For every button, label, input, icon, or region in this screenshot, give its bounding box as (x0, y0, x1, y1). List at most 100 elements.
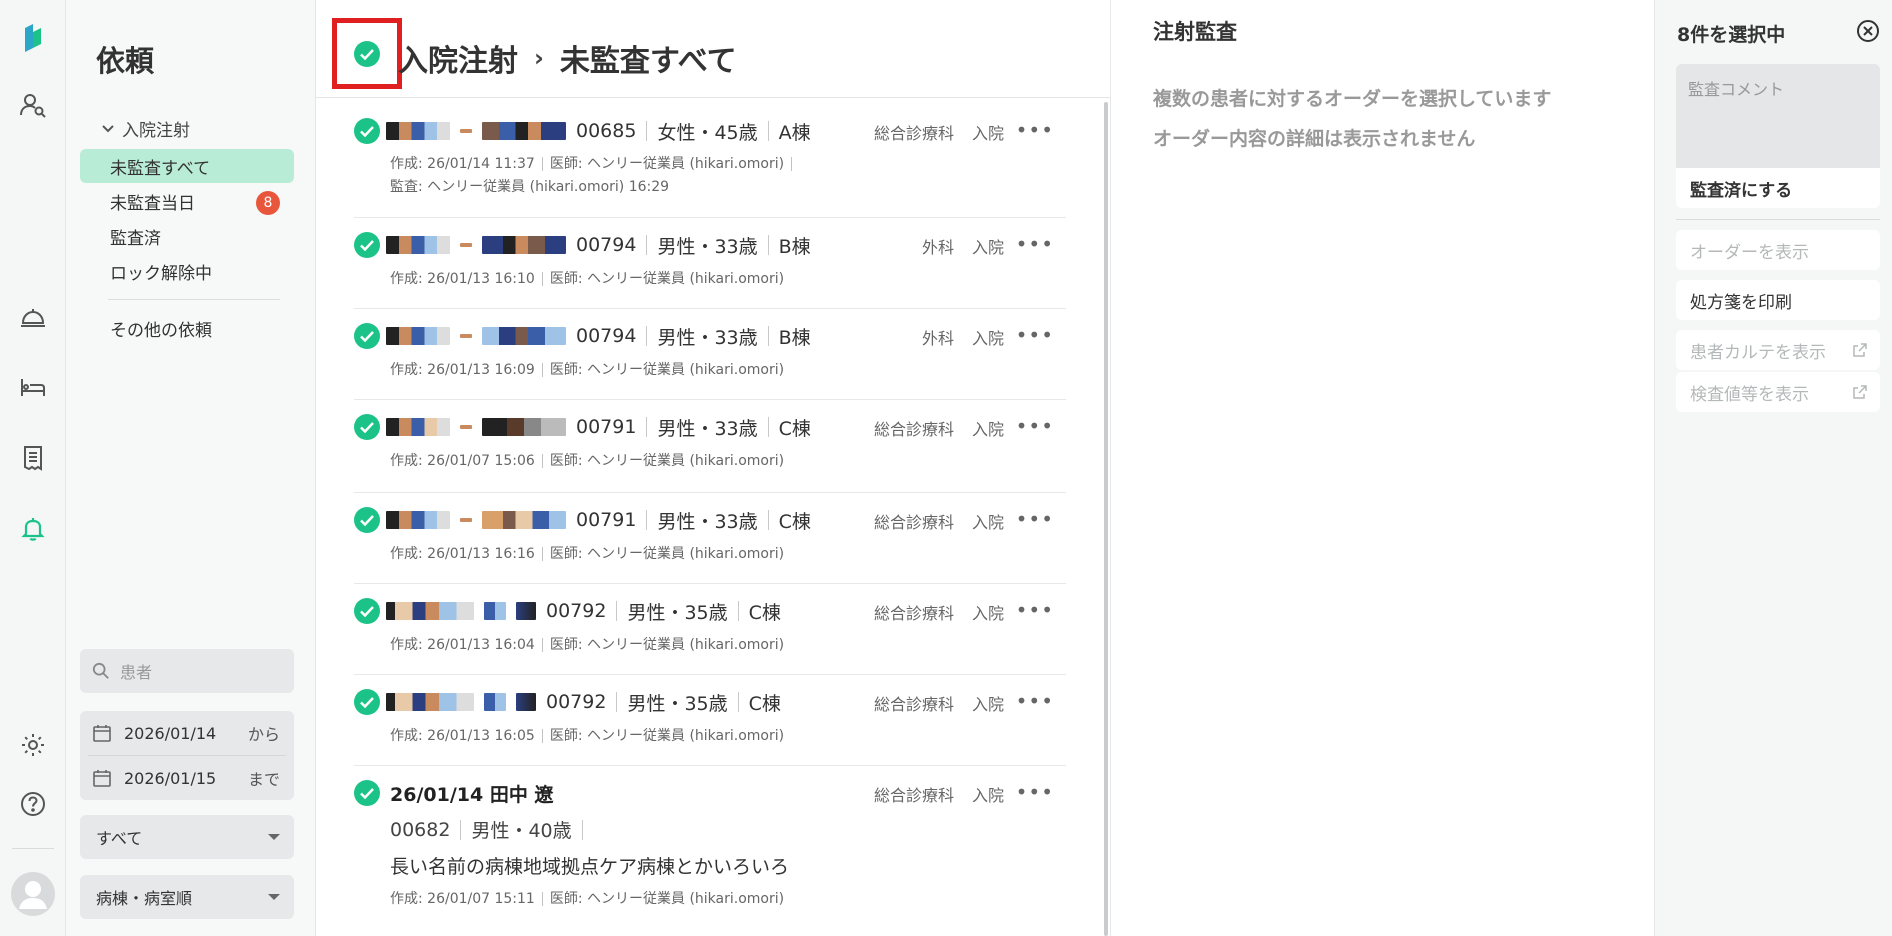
bed-icon[interactable] (0, 363, 66, 411)
detail-title: 注射監査 (1153, 20, 1237, 44)
department: 総合診療科 (873, 513, 954, 532)
show-patient-chart-button[interactable]: 患者カルテを表示 (1676, 330, 1880, 370)
nav-item-unlocked[interactable]: ロック解除中 (80, 254, 294, 288)
date-from-field[interactable]: 2026/01/14 から (80, 711, 294, 755)
order-title: 26/01/14 田中 遼 (390, 784, 554, 806)
nav-item-other-requests[interactable]: その他の依頼 (80, 311, 294, 345)
list-item[interactable]: 00791 男性・33歳 C棟 総合診療科 入院 ••• 作成: 26/01/1… (354, 493, 1066, 584)
department-info: 総合診療科 入院 (874, 120, 1004, 144)
patient-id: 00682 (390, 818, 451, 841)
list-item[interactable]: 00685 女性・45歳 A棟 総合診療科 入院 ••• 作成: 26/01/1… (354, 98, 1066, 218)
nav-group-inpatient-injection[interactable]: 入院注射 (100, 116, 190, 141)
redacted-name (482, 418, 566, 436)
rail-divider (12, 848, 54, 849)
external-link-icon (1853, 385, 1867, 399)
order-meta: 作成: 26/01/13 16:10 医師: ヘンリー従業員 (hikari.om… (390, 268, 784, 291)
order-meta: 作成: 26/01/07 15:06 医師: ヘンリー従業員 (hikari.om… (390, 450, 784, 473)
check-circle-icon[interactable] (354, 232, 380, 258)
more-menu-icon[interactable]: ••• (1016, 414, 1054, 438)
department-info: 外科 入院 (922, 234, 1004, 258)
settings-gear-icon[interactable] (0, 721, 66, 769)
patient-sex-age: 男性・33歳 (657, 235, 758, 258)
doctor: 医師: ヘンリー従業員 (hikari.omori) (549, 453, 785, 469)
department-info: 総合診療科 入院 (874, 691, 1004, 715)
patient-sex-age: 男性・33歳 (657, 510, 758, 533)
patient-sex-age: 男性・35歳 (627, 692, 728, 715)
action-divider (1676, 219, 1880, 220)
redacted-name (460, 334, 472, 338)
patient-sex-age: 男性・33歳 (657, 417, 758, 440)
order-list-panel: 入院注射 › 未監査すべて 00685 女性・45歳 A棟 総合診療科 入院 •… (316, 0, 1110, 936)
notification-bell-icon[interactable] (0, 505, 66, 553)
patient-search-icon[interactable] (0, 81, 66, 129)
list-item[interactable]: 00794 男性・33歳 B棟 外科 入院 ••• 作成: 26/01/13 1… (354, 309, 1066, 400)
more-menu-icon[interactable]: ••• (1016, 780, 1054, 804)
detail-hidden-message: オーダー内容の詳細は表示されません (1153, 128, 1476, 150)
date-to-field[interactable]: 2026/01/15 まで (80, 756, 294, 800)
mark-audited-button[interactable]: 監査済にする (1676, 168, 1880, 208)
admission-type: 入院 (971, 420, 1004, 439)
department-info: 総合診療科 入院 (874, 782, 1004, 806)
order-meta: 作成: 26/01/13 16:05 医師: ヘンリー従業員 (hikari.om… (390, 725, 784, 748)
nav-item-label: 未監査すべて (110, 158, 211, 179)
more-menu-icon[interactable]: ••• (1016, 232, 1054, 256)
patient-search-input[interactable]: 患者 (80, 649, 294, 693)
redacted-name (386, 236, 450, 254)
list-item[interactable]: 00792 男性・35歳 C棟 総合診療科 入院 ••• 作成: 26/01/1… (354, 675, 1066, 766)
list-item[interactable]: 26/01/14 田中 遼 総合診療科 入院 ••• 00682 男性・40歳 … (354, 766, 1066, 936)
department-info: 外科 入院 (922, 325, 1004, 349)
order-meta: 作成: 26/01/13 16:09 医師: ヘンリー従業員 (hikari.om… (390, 359, 784, 382)
check-circle-icon[interactable] (354, 598, 380, 624)
check-circle-icon[interactable] (354, 323, 380, 349)
nav-item-audited[interactable]: 監査済 (80, 219, 294, 253)
check-circle-icon[interactable] (354, 118, 380, 144)
list-item[interactable]: 00791 男性・33歳 C棟 総合診療科 入院 ••• 作成: 26/01/0… (354, 400, 1066, 493)
check-circle-icon[interactable] (354, 414, 380, 440)
help-icon[interactable] (0, 780, 66, 828)
search-placeholder: 患者 (120, 663, 153, 682)
check-circle-icon (354, 40, 380, 67)
admission-type: 入院 (971, 786, 1004, 805)
doctor: 医師: ヘンリー従業員 (hikari.omori) (549, 728, 785, 744)
close-icon[interactable] (1855, 18, 1881, 44)
list-item[interactable]: 00792 男性・35歳 C棟 総合診療科 入院 ••• 作成: 26/01/1… (354, 584, 1066, 675)
nav-group-label: 入院注射 (122, 121, 190, 141)
select-all-checkbox[interactable] (332, 18, 402, 89)
show-lab-results-button[interactable]: 検査値等を表示 (1676, 372, 1880, 412)
patient-ward: C棟 (748, 601, 781, 624)
doctor: 医師: ヘンリー従業員 (hikari.omori) (549, 271, 785, 287)
redacted-name (482, 236, 566, 254)
nav-item-unaudited-today[interactable]: 未監査当日 8 (80, 184, 294, 218)
receipt-icon[interactable] (0, 434, 66, 482)
show-order-button[interactable]: オーダーを表示 (1676, 230, 1880, 270)
patient-sex-age: 男性・33歳 (657, 326, 758, 349)
more-menu-icon[interactable]: ••• (1016, 689, 1054, 713)
separator (767, 121, 769, 141)
sort-select[interactable]: 病棟・病室順 (80, 875, 294, 919)
audited-by: 監査: ヘンリー従業員 (hikari.omori) 16:29 (390, 179, 670, 195)
more-menu-icon[interactable]: ••• (1016, 507, 1054, 531)
nav-item-unaudited-all[interactable]: 未監査すべて (80, 149, 294, 183)
more-menu-icon[interactable]: ••• (1016, 323, 1054, 347)
list-item[interactable]: 00794 男性・33歳 B棟 外科 入院 ••• 作成: 26/01/13 1… (354, 218, 1066, 309)
user-avatar[interactable] (0, 868, 66, 920)
check-circle-icon[interactable] (354, 780, 380, 806)
check-circle-icon[interactable] (354, 689, 380, 715)
patient-id: 00792 (546, 600, 607, 622)
filter-select[interactable]: すべて (80, 815, 294, 859)
app-logo-icon[interactable] (0, 14, 66, 62)
more-menu-icon[interactable]: ••• (1016, 118, 1054, 142)
patient-id: 00792 (546, 691, 607, 713)
doctor: 医師: ヘンリー従業員 (hikari.omori) (549, 362, 785, 378)
created-at: 作成: 26/01/13 16:09 (390, 362, 535, 378)
audit-comment-input[interactable]: 監査コメント (1676, 64, 1880, 168)
redacted-name (460, 243, 472, 247)
room-service-icon[interactable] (0, 294, 66, 342)
print-prescription-button[interactable]: 処方箋を印刷 (1676, 280, 1880, 320)
more-menu-icon[interactable]: ••• (1016, 598, 1054, 622)
order-meta: 作成: 26/01/13 16:16 医師: ヘンリー従業員 (hikari.om… (390, 543, 784, 566)
search-icon (92, 662, 109, 679)
redacted-name (460, 518, 472, 522)
list-scrollbar[interactable] (1104, 102, 1108, 936)
check-circle-icon[interactable] (354, 507, 380, 533)
